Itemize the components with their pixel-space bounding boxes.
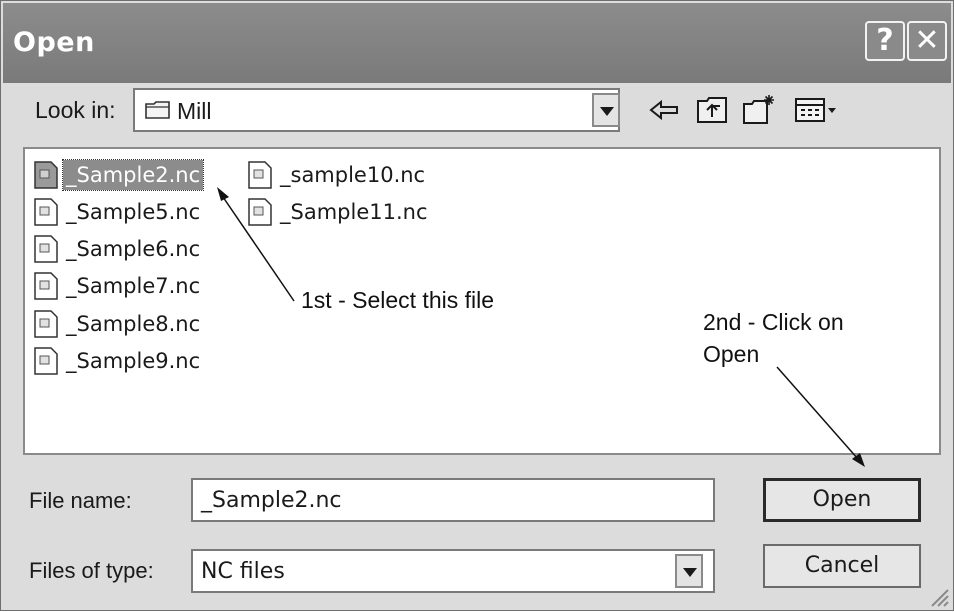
file-name-label: File name:: [29, 488, 132, 513]
file-name-input[interactable]: _Sample2.nc: [191, 478, 715, 522]
cancel-button[interactable]: Cancel: [763, 544, 921, 588]
annotation-step2-line2: Open: [703, 341, 760, 367]
open-dialog: Open ? ✕ Look in: Mill _Sample2.nc _Samp…: [0, 0, 954, 611]
file-icon: [34, 198, 58, 226]
resize-grip-icon[interactable]: [926, 584, 950, 608]
file-item[interactable]: _Sample7.nc: [33, 270, 203, 302]
file-name: _Sample9.nc: [66, 349, 201, 373]
file-item[interactable]: _Sample8.nc: [33, 308, 203, 340]
file-item[interactable]: _Sample2.nc: [33, 159, 205, 191]
close-button[interactable]: ✕: [907, 21, 947, 61]
file-item[interactable]: _Sample9.nc: [33, 345, 203, 377]
file-name: _Sample7.nc: [66, 274, 201, 298]
file-item[interactable]: _Sample5.nc: [33, 196, 203, 228]
file-name: _Sample11.nc: [280, 200, 428, 224]
file-icon: [34, 310, 58, 338]
annotation-step1: 1st - Select this file: [301, 287, 495, 313]
chevron-down-icon: [600, 107, 614, 116]
view-menu-icon[interactable]: [793, 93, 839, 127]
file-type-dropdown[interactable]: NC files: [191, 549, 715, 593]
look-in-dropdown-button[interactable]: [592, 93, 620, 127]
file-name: _sample10.nc: [280, 163, 426, 187]
folder-icon: [145, 101, 170, 119]
back-icon[interactable]: [647, 93, 683, 127]
file-icon: [248, 198, 272, 226]
help-button[interactable]: ?: [865, 21, 905, 61]
file-item[interactable]: _Sample6.nc: [33, 233, 203, 265]
file-icon: [248, 161, 272, 189]
title-bar[interactable]: Open ? ✕: [3, 3, 951, 83]
file-name: _Sample8.nc: [66, 312, 201, 336]
look-in-label: Look in:: [35, 97, 116, 123]
new-folder-icon[interactable]: [741, 93, 777, 127]
chevron-down-icon: [683, 568, 697, 577]
file-name: _Sample6.nc: [66, 237, 201, 261]
file-icon: [34, 161, 58, 189]
file-type-value: NC files: [201, 559, 285, 584]
file-name: _Sample5.nc: [66, 200, 201, 224]
file-name-value: _Sample2.nc: [201, 488, 342, 513]
window-title: Open: [13, 27, 95, 58]
up-folder-icon[interactable]: [695, 93, 731, 127]
look-in-value: Mill: [177, 98, 212, 124]
file-item[interactable]: _Sample11.nc: [247, 196, 431, 228]
file-name: _Sample2.nc: [61, 159, 205, 191]
file-item[interactable]: _sample10.nc: [247, 159, 428, 191]
open-button[interactable]: Open: [763, 478, 921, 522]
file-icon: [34, 347, 58, 375]
look-in-dropdown[interactable]: Mill: [133, 88, 620, 132]
file-type-dropdown-button[interactable]: [675, 554, 703, 588]
file-icon: [34, 235, 58, 263]
file-type-label: Files of type:: [29, 558, 154, 583]
annotation-step2-line1: 2nd - Click on: [703, 309, 844, 335]
file-icon: [34, 272, 58, 300]
